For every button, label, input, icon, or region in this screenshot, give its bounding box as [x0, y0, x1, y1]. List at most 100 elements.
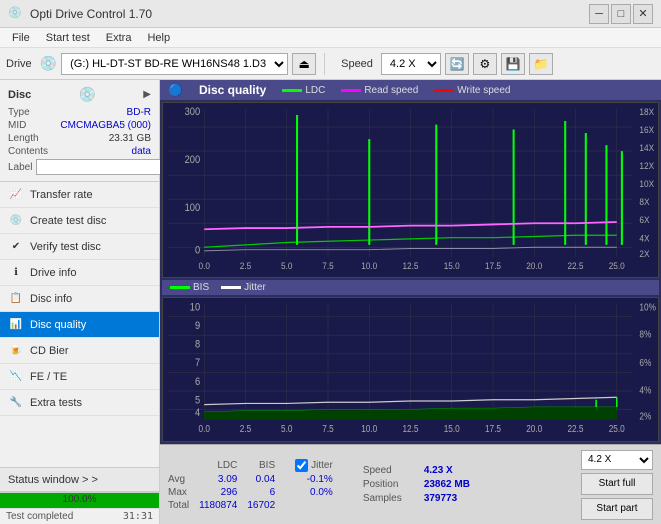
sidebar-item-label: Disc quality — [30, 319, 86, 331]
total-ldc: 1180874 — [199, 499, 247, 512]
sidebar-item-verify-test-disc[interactable]: ✔ Verify test disc — [0, 234, 159, 260]
disc-panel: Disc 💿 ▶ Type BD-R MID CMCMAGBA5 (000) L… — [0, 80, 159, 182]
svg-text:100: 100 — [185, 203, 201, 215]
drive-label: Drive — [6, 58, 32, 70]
menu-start-test[interactable]: Start test — [38, 30, 98, 46]
minimize-button[interactable]: ─ — [589, 4, 609, 24]
label-key: Label — [8, 162, 32, 173]
menubar: File Start test Extra Help — [0, 28, 661, 48]
menu-extra[interactable]: Extra — [98, 30, 140, 46]
sidebar-item-disc-quality[interactable]: 📊 Disc quality — [0, 312, 159, 338]
svg-text:12.5: 12.5 — [402, 424, 418, 435]
label-input[interactable] — [36, 159, 174, 175]
svg-text:2%: 2% — [639, 411, 651, 422]
disc-button[interactable]: 💾 — [501, 53, 525, 75]
max-row: Max 296 6 0.0% — [168, 486, 343, 499]
svg-text:2.5: 2.5 — [240, 260, 251, 271]
time-display: 31:31 — [123, 511, 153, 522]
col-jitter-header: Jitter — [295, 458, 343, 473]
menu-help[interactable]: Help — [139, 30, 178, 46]
col-space — [285, 458, 295, 473]
ldc-color — [282, 89, 302, 92]
total-row: Total 1180874 16702 — [168, 499, 343, 512]
svg-text:5.0: 5.0 — [281, 260, 292, 271]
bis-color — [170, 286, 190, 289]
samples-row: Samples 379773 — [363, 493, 470, 504]
disc-quality-header: 🔵 Disc quality LDC Read speed Write spee… — [160, 80, 661, 100]
status-window-button[interactable]: Status window > > — [0, 468, 159, 492]
sidebar-item-fe-te[interactable]: 📉 FE / TE — [0, 364, 159, 390]
total-bis: 16702 — [247, 499, 285, 512]
eject-button[interactable]: ⏏ — [292, 53, 316, 75]
status-window-label: Status window > > — [8, 474, 98, 486]
refresh-button[interactable]: 🔄 — [445, 53, 469, 75]
legend-bis: BIS — [170, 282, 209, 293]
svg-text:0.0: 0.0 — [199, 260, 210, 271]
menu-file[interactable]: File — [4, 30, 38, 46]
sidebar-item-drive-info[interactable]: ℹ Drive info — [0, 260, 159, 286]
verify-test-disc-icon: ✔ — [8, 239, 24, 255]
toolbar-divider — [324, 53, 325, 75]
ldc-chart-wrapper: 300 200 100 0 18X 16X 14X 12X 10X 8X 6X … — [162, 102, 659, 278]
svg-text:8%: 8% — [639, 329, 651, 340]
content-area: 🔵 Disc quality LDC Read speed Write spee… — [160, 80, 661, 524]
sidebar-item-extra-tests[interactable]: 🔧 Extra tests — [0, 390, 159, 416]
sidebar-item-cd-bier[interactable]: 🍺 CD Bier — [0, 338, 159, 364]
svg-text:4X: 4X — [639, 233, 649, 244]
settings-button[interactable]: ⚙ — [473, 53, 497, 75]
svg-text:12.5: 12.5 — [402, 260, 418, 271]
progress-bar-container: 100.0% — [0, 492, 159, 508]
bis-chart-header: BIS Jitter — [162, 280, 659, 295]
drive-info-icon: ℹ — [8, 265, 24, 281]
speed-select[interactable]: 4.2 X — [381, 53, 441, 75]
speed-stat-value: 4.23 X — [424, 465, 453, 476]
svg-text:17.5: 17.5 — [485, 260, 501, 271]
app-title: Opti Drive Control 1.70 — [30, 7, 589, 21]
max-bis: 6 — [247, 486, 285, 499]
legend-read-speed-label: Read speed — [364, 85, 418, 96]
avg-jitter: -0.1% — [295, 473, 343, 486]
cd-bier-icon: 🍺 — [8, 343, 24, 359]
stats-table: LDC BIS Jitter Avg 3.09 — [168, 458, 343, 512]
svg-text:300: 300 — [185, 106, 201, 118]
svg-text:7.5: 7.5 — [322, 260, 333, 271]
drive-select[interactable]: (G:) HL-DT-ST BD-RE WH16NS48 1.D3 — [61, 53, 288, 75]
speed-dropdown-select[interactable]: 4.2 X — [581, 450, 653, 470]
svg-text:2.5: 2.5 — [240, 424, 251, 435]
save-button[interactable]: 📁 — [529, 53, 553, 75]
disc-arrow-icon: ▶ — [143, 89, 151, 100]
start-full-button[interactable]: Start full — [581, 473, 653, 495]
maximize-button[interactable]: □ — [611, 4, 631, 24]
position-value: 23862 MB — [424, 479, 470, 490]
avg-bis: 0.04 — [247, 473, 285, 486]
bis-chart-svg: 10 9 8 7 6 5 4 10% 8% 6% 4% 2% 0.0 2.5 — [163, 298, 658, 441]
start-part-label: Start part — [596, 503, 637, 514]
read-speed-color — [341, 89, 361, 92]
svg-text:0: 0 — [195, 245, 201, 257]
max-ldc: 296 — [199, 486, 247, 499]
jitter-checkbox[interactable] — [295, 459, 308, 472]
create-test-disc-icon: 💿 — [8, 213, 24, 229]
speed-label: Speed — [341, 58, 373, 70]
legend-bis-label: BIS — [193, 282, 209, 293]
close-button[interactable]: ✕ — [633, 4, 653, 24]
svg-text:16X: 16X — [639, 124, 654, 135]
max-jitter: 0.0% — [295, 486, 343, 499]
speed-row: Speed 4.23 X — [363, 465, 470, 476]
svg-text:8X: 8X — [639, 197, 649, 208]
sidebar-item-label: Drive info — [30, 267, 76, 279]
sidebar-item-create-test-disc[interactable]: 💿 Create test disc — [0, 208, 159, 234]
samples-label: Samples — [363, 493, 418, 504]
sidebar-item-transfer-rate[interactable]: 📈 Transfer rate — [0, 182, 159, 208]
legend-write-speed: Write speed — [434, 85, 510, 96]
disc-info-icon: 📋 — [8, 291, 24, 307]
svg-text:2X: 2X — [639, 248, 649, 259]
sidebar-item-disc-info[interactable]: 📋 Disc info — [0, 286, 159, 312]
svg-text:17.5: 17.5 — [485, 424, 501, 435]
write-speed-color — [434, 89, 454, 92]
sidebar-item-label: Create test disc — [30, 215, 106, 227]
svg-text:15.0: 15.0 — [444, 424, 460, 435]
start-part-button[interactable]: Start part — [581, 498, 653, 520]
stats-bar: LDC BIS Jitter Avg 3.09 — [160, 444, 661, 524]
sidebar-item-label: Verify test disc — [30, 241, 101, 253]
